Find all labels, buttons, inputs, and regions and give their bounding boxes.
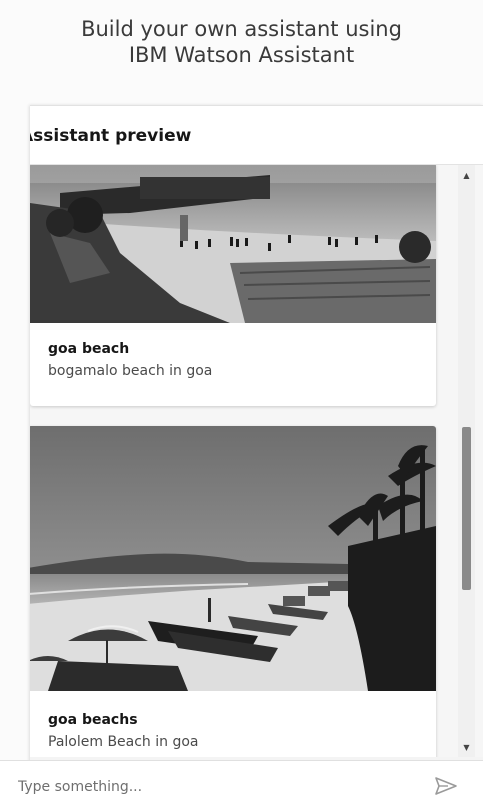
- heading-line-1: Build your own assistant using: [81, 17, 402, 41]
- message-input-bar: [0, 760, 483, 809]
- chat-scrollbar[interactable]: ▲ ▼: [458, 165, 475, 757]
- scrollbar-thumb[interactable]: [462, 427, 471, 590]
- chevron-up-icon[interactable]: ▲: [458, 169, 475, 183]
- result-card[interactable]: goa beachs Palolem Beach in goa: [30, 426, 436, 757]
- card-title: goa beach: [48, 341, 130, 357]
- card-text: goa beach bogamalo beach in goa: [48, 341, 212, 379]
- send-button[interactable]: [434, 776, 458, 796]
- card-title: goa beachs: [48, 712, 138, 728]
- beach-fort-image: [30, 165, 436, 323]
- preview-header: Assistant preview: [30, 106, 483, 165]
- palm-beach-boats-image: [30, 426, 436, 691]
- heading-line-2: IBM Watson Assistant: [128, 43, 355, 67]
- preview-title: Assistant preview: [30, 126, 192, 146]
- card-description: Palolem Beach in goa: [48, 734, 199, 750]
- card-description: bogamalo beach in goa: [48, 363, 213, 379]
- page-heading: Build your own assistant using IBM Watso…: [0, 16, 483, 68]
- chevron-down-icon[interactable]: ▼: [458, 741, 475, 755]
- assistant-preview-panel: Assistant preview goa beach bogamalo bea…: [30, 105, 483, 809]
- send-icon: [435, 777, 457, 795]
- card-text: goa beachs Palolem Beach in goa: [48, 712, 199, 750]
- result-card[interactable]: goa beach bogamalo beach in goa: [30, 165, 436, 406]
- page: Build your own assistant using IBM Watso…: [0, 0, 483, 809]
- message-input[interactable]: [16, 771, 420, 803]
- chat-message-area[interactable]: goa beach bogamalo beach in goa goa beac…: [30, 165, 483, 757]
